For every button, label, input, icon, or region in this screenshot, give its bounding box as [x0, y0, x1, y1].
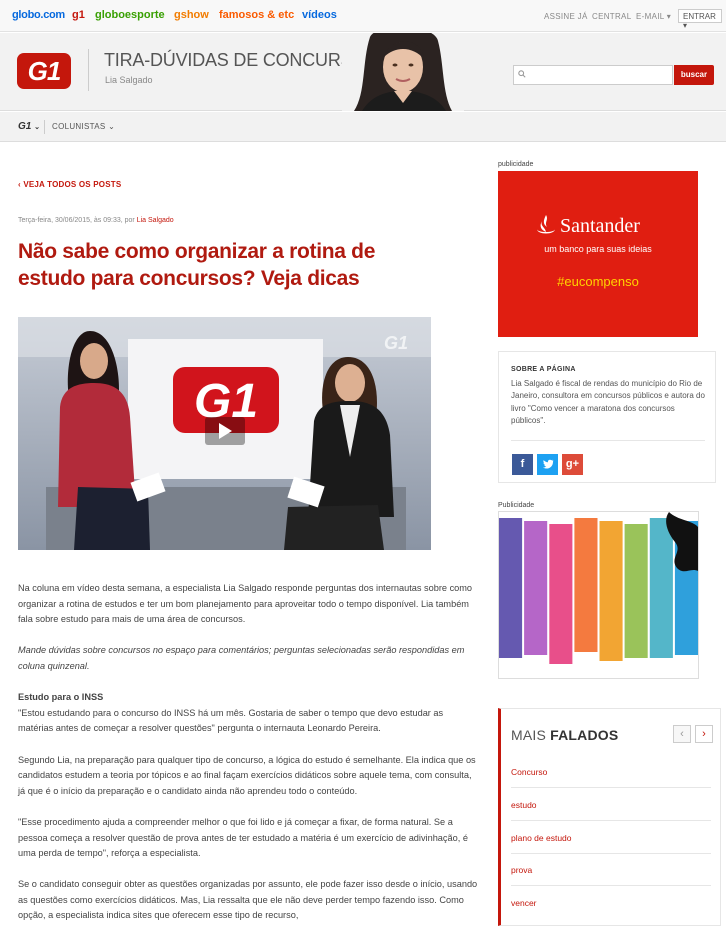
mais-falados-item[interactable]: prova [511, 865, 711, 875]
mais-title-bold: FALADOS [550, 727, 619, 743]
mais-divider [511, 853, 711, 854]
article-body: Na coluna em vídeo desta semana, a espec… [18, 581, 480, 940]
nav-g1-label: G1 [18, 121, 32, 132]
mais-falados-item[interactable]: estudo [511, 800, 711, 810]
ad-label: Publicidade [498, 502, 535, 509]
colorful-banner-ad[interactable] [498, 511, 699, 679]
twitter-share-button[interactable] [537, 454, 558, 475]
facebook-icon: f [520, 458, 525, 470]
header-divider [88, 49, 89, 91]
about-text: Lia Salgado é fiscal de rendas do municí… [511, 379, 705, 425]
about-page-box: SOBRE A PÁGINA Lia Salgado é fiscal de r… [498, 351, 716, 483]
nav-colunistas-menu[interactable]: COLUNISTAS ⌄ [52, 122, 115, 131]
chevron-down-icon: ⌄ [108, 122, 116, 131]
banner-stripe [599, 521, 623, 661]
entrar-button[interactable]: ENTRAR ▾ [678, 9, 722, 30]
googleplus-share-button[interactable]: g+ [562, 454, 583, 475]
videos-link[interactable]: vídeos [302, 9, 337, 21]
facebook-share-button[interactable]: f [512, 454, 533, 475]
mais-falados-item[interactable]: vencer [511, 898, 711, 908]
post-title: Não sabe como organizar a rotina de estu… [18, 240, 376, 290]
blog-header: G1 TIRA-DÚVIDAS DE CONCURSOS Lia Salgado… [0, 33, 726, 111]
search-box: buscar [513, 65, 714, 85]
banner-stripe [649, 518, 673, 658]
blog-author: Lia Salgado [105, 75, 153, 85]
entrar-label: ENTRAR [683, 12, 716, 21]
g1-logo[interactable]: G1 [17, 53, 71, 89]
mais-divider [511, 820, 711, 821]
article-paragraph: "Esse procedimento ajuda a compreender m… [18, 816, 468, 859]
banner-stripe [574, 518, 598, 652]
nav-colunistas-label: COLUNISTAS [52, 122, 106, 131]
chevron-down-icon: ⌄ [34, 124, 40, 131]
article-paragraph: "Estou estudando para o concurso do INSS… [18, 707, 444, 734]
search-button[interactable]: buscar [674, 65, 714, 85]
search-icon [518, 70, 526, 78]
ad-label: publicidade [498, 161, 534, 168]
nav-divider [44, 120, 45, 134]
ad-hashtag: #eucompenso [557, 274, 639, 289]
twitter-icon [542, 459, 553, 469]
back-label: VEJA TODOS OS POSTS [23, 180, 122, 189]
chevron-left-icon: ‹ [680, 728, 684, 740]
santander-ad[interactable]: Santander um banco para suas ideias #euc… [498, 171, 698, 337]
mais-falados-box: MAIS FALADOS ‹ › Concurso estudo plano d… [498, 708, 721, 926]
ad-brand: Santander [560, 215, 640, 237]
banner-stripe [524, 521, 548, 655]
chevron-left-icon: ‹ [18, 180, 21, 189]
post-meta: Terça-feira, 30/06/2015, às 09:33, por L… [18, 217, 174, 224]
article-paragraph: Na coluna em vídeo desta semana, a espec… [18, 583, 473, 625]
prev-arrow-button[interactable]: ‹ [673, 725, 691, 743]
banner-stripe [499, 518, 523, 658]
back-to-posts-link[interactable]: ‹ VEJA TODOS OS POSTS [18, 180, 121, 189]
banner-stripe [624, 524, 648, 658]
about-title: SOBRE A PÁGINA [511, 366, 576, 373]
banner-stripe [549, 524, 573, 664]
nav-g1-menu[interactable]: G1 ⌄ [18, 121, 40, 132]
blog-title[interactable]: TIRA-DÚVIDAS DE CONCURSOS [104, 50, 378, 71]
article-subheading: Estudo para o INSS [18, 692, 104, 703]
gshow-link[interactable]: gshow [174, 9, 209, 21]
post-date: Terça-feira, 30/06/2015, às 09:33, por [18, 217, 135, 224]
mais-divider [511, 885, 711, 886]
mais-title-light: MAIS [511, 727, 547, 743]
santander-flame-icon [537, 215, 555, 234]
mais-divider [511, 787, 711, 788]
globo-link[interactable]: globo.com [12, 9, 65, 21]
email-link[interactable]: E-MAIL ▾ [636, 12, 671, 21]
search-input[interactable] [513, 65, 673, 85]
article-paragraph: Se o candidato conseguir obter as questõ… [18, 879, 478, 921]
section-nav: G1 ⌄ COLUNISTAS ⌄ [0, 112, 726, 142]
post-author-link[interactable]: Lia Salgado [137, 217, 174, 224]
article-paragraph: Mande dúvidas sobre concursos no espaço … [18, 645, 465, 671]
colorful-banner-graphic [499, 512, 698, 664]
email-label: E-MAIL [636, 12, 665, 21]
assine-link[interactable]: ASSINE JÁ [544, 12, 588, 21]
central-link[interactable]: CENTRAL [592, 12, 631, 21]
ad-slogan: um banco para suas ideias [544, 244, 652, 254]
about-divider [511, 440, 705, 441]
mais-falados-item[interactable]: plano de estudo [511, 833, 711, 843]
author-portrait [342, 33, 464, 111]
famosos-link[interactable]: famosos & etc [219, 9, 294, 21]
svg-text:G1: G1 [384, 333, 408, 353]
mais-falados-item[interactable]: Concurso [511, 767, 711, 777]
video-player[interactable]: G1 G1 G1 [18, 317, 431, 550]
mais-falados-title: MAIS FALADOS [511, 727, 618, 743]
globoesporte-link[interactable]: globoesporte [95, 9, 165, 21]
globo-top-bar: globo.com g1 globoesporte gshow famosos … [0, 0, 726, 32]
g1-link[interactable]: g1 [72, 9, 85, 21]
article-paragraph: Segundo Lia, na preparação para qualquer… [18, 754, 476, 796]
chevron-right-icon: › [702, 728, 706, 740]
next-arrow-button[interactable]: › [695, 725, 713, 743]
googleplus-icon: g+ [565, 458, 580, 470]
